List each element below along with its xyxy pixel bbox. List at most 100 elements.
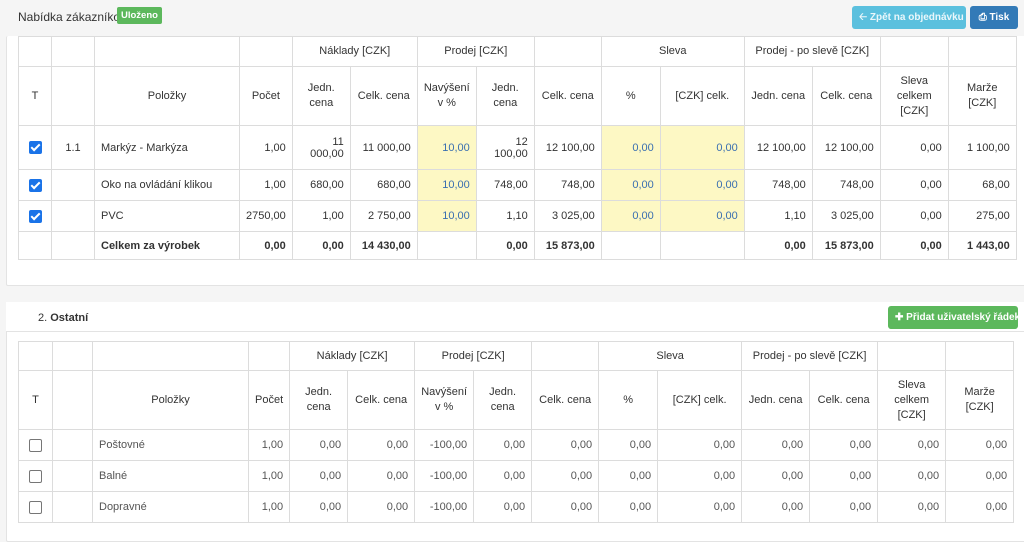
ps-celk: 0,00: [809, 460, 879, 492]
prodej-jedn: 1,10: [475, 200, 535, 232]
row-checkbox[interactable]: [28, 141, 42, 154]
group-prodej-po-sleve: Prodej - po slevě [CZK]: [741, 341, 879, 371]
pocet: 1,00: [247, 460, 291, 492]
page-title: Nabídka zákazníkovi: [18, 10, 129, 24]
sleva-pct-input[interactable]: 0,00: [600, 200, 661, 232]
printer-icon: ⎙: [978, 12, 987, 23]
back-to-order-label: Zpět na objednávku: [869, 12, 964, 23]
sleva-pct-input[interactable]: 0,00: [600, 125, 661, 170]
col-naklady-celk: Celk. cena: [347, 370, 416, 430]
ps-celk: 12 100,00: [811, 125, 881, 170]
ps-jedn: 1,10: [743, 200, 813, 232]
col-naklady-jedn: Jedn. cena: [291, 66, 351, 126]
plus-icon: ✚: [895, 312, 904, 323]
navyseni-input[interactable]: 10,00: [416, 200, 477, 232]
group-header-row: Náklady [CZK] Prodej [CZK] Sleva Prodej …: [18, 36, 1017, 67]
table-row: Balné 1,00 0,00 0,00 -100,00 0,00 0,00 0…: [18, 460, 1015, 492]
section-1-table: Náklady [CZK] Prodej [CZK] Sleva Prodej …: [18, 36, 1017, 260]
naklady-jedn: 680,00: [291, 169, 351, 201]
group-naklady: Náklady [CZK]: [291, 36, 418, 67]
col-marze: Marže [CZK]: [945, 370, 1015, 430]
back-to-order-button[interactable]: 🡠 Zpět na objednávku: [852, 6, 966, 29]
print-label: Tisk: [989, 12, 1010, 23]
group-sleva: Sleva: [598, 341, 743, 371]
col-navyseni: Navýšení v %: [416, 66, 477, 126]
naklady-jedn: 1,00: [291, 200, 351, 232]
naklady-celk: 0,00: [347, 460, 416, 492]
table-row: Oko na ovládání klikou 1,00 680,00 680,0…: [18, 169, 1017, 201]
ps-celk: 748,00: [811, 169, 881, 201]
sleva-czk-input[interactable]: 0,00: [659, 125, 745, 170]
sleva-celkem: 0,00: [879, 125, 949, 170]
section-2-name: Ostatní: [50, 312, 89, 324]
sleva-pct-input[interactable]: 0,00: [598, 429, 659, 461]
navyseni-input[interactable]: 10,00: [416, 125, 477, 170]
navyseni-input[interactable]: 10,00: [416, 169, 477, 201]
prodej-jedn: 12 100,00: [475, 125, 535, 170]
sleva-czk-input[interactable]: 0,00: [657, 460, 743, 492]
col-sleva-pct: %: [600, 66, 661, 126]
total-marze: 1 443,00: [947, 231, 1017, 260]
naklady-jedn: 0,00: [289, 460, 349, 492]
group-prodej-po-sleve: Prodej - po slevě [CZK]: [743, 36, 881, 67]
item-name: Poštovné: [92, 429, 249, 461]
col-polozky: Položky: [92, 370, 249, 430]
col-t: T: [18, 370, 53, 430]
row-checkbox[interactable]: [29, 500, 42, 514]
marze: 68,00: [947, 169, 1017, 201]
navyseni-input[interactable]: -100,00: [414, 460, 475, 492]
group-prodej: Prodej [CZK]: [416, 36, 535, 67]
column-header-row: T Položky Počet Jedn. cena Celk. cena Na…: [18, 66, 1017, 126]
ps-jedn: 12 100,00: [743, 125, 813, 170]
col-ps-celk: Celk. cena: [811, 66, 881, 126]
sleva-czk-input[interactable]: 0,00: [657, 429, 743, 461]
print-button[interactable]: ⎙ Tisk: [970, 6, 1018, 29]
prodej-celk: 748,00: [533, 169, 602, 201]
sleva-celkem: 0,00: [877, 460, 947, 492]
table-row: 1.1 Markýz - Markýza 1,00 11 000,00 11 0…: [18, 125, 1017, 170]
pocet: 1,00: [239, 125, 293, 170]
row-number: 1.1: [51, 125, 95, 170]
prodej-celk: 3 025,00: [533, 200, 602, 232]
col-pocet: Počet: [247, 370, 291, 430]
add-user-row-button[interactable]: ✚ Přidat uživatelský řádek: [888, 306, 1021, 329]
col-sleva-czk: [CZK] celk.: [657, 370, 743, 430]
item-name: Balné: [92, 460, 249, 492]
total-naklady-celk: 14 430,00: [349, 231, 418, 260]
ps-jedn: 0,00: [741, 429, 811, 461]
sleva-czk-input[interactable]: 0,00: [659, 200, 745, 232]
row-checkbox[interactable]: [29, 469, 42, 483]
pocet: 1,00: [247, 429, 291, 461]
col-ps-jedn: Jedn. cena: [743, 66, 813, 126]
total-row: Celkem za výrobek 0,00 0,00 14 430,00 0,…: [18, 231, 1017, 260]
sleva-czk-input[interactable]: 0,00: [659, 169, 745, 201]
group-sleva: Sleva: [600, 36, 745, 67]
col-prodej-celk: Celk. cena: [531, 370, 600, 430]
row-number: [51, 200, 95, 232]
col-prodej-jedn: Jedn. cena: [473, 370, 533, 430]
ps-celk: 3 025,00: [811, 200, 881, 232]
marze: 0,00: [945, 429, 1015, 461]
sleva-pct-input[interactable]: 0,00: [598, 460, 659, 492]
naklady-celk: 680,00: [349, 169, 418, 201]
prodej-jedn: 0,00: [473, 429, 533, 461]
row-checkbox[interactable]: [28, 178, 42, 192]
col-naklady-celk: Celk. cena: [349, 66, 418, 126]
group-naklady: Náklady [CZK]: [289, 341, 416, 371]
col-prodej-celk: Celk. cena: [533, 66, 602, 126]
prodej-celk: 0,00: [531, 460, 600, 492]
total-prodej-jedn: 0,00: [475, 231, 535, 260]
naklady-celk: 11 000,00: [349, 125, 418, 170]
naklady-celk: 2 750,00: [349, 200, 418, 232]
naklady-jedn: 0,00: [289, 429, 349, 461]
total-naklady-jedn: 0,00: [291, 231, 351, 260]
sleva-pct-input[interactable]: 0,00: [600, 169, 661, 201]
row-checkbox[interactable]: [29, 438, 42, 452]
col-sleva-czk: [CZK] celk.: [659, 66, 745, 126]
row-checkbox[interactable]: [28, 209, 42, 223]
add-user-row-label: Přidat uživatelský řádek: [906, 312, 1021, 323]
col-pocet: Počet: [239, 66, 293, 126]
navyseni-input[interactable]: -100,00: [414, 429, 475, 461]
col-prodej-jedn: Jedn. cena: [475, 66, 535, 126]
col-polozky: Položky: [94, 66, 240, 126]
